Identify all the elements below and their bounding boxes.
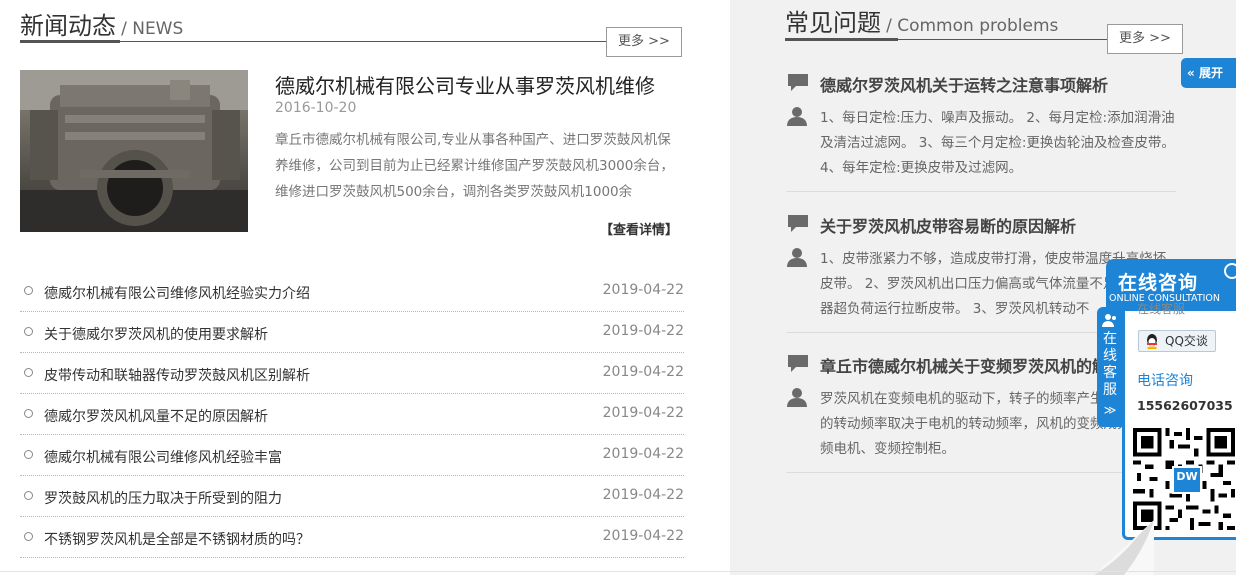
double-chevron-left-icon: «	[1187, 66, 1195, 80]
person-icon	[787, 248, 807, 267]
bullet-circle-icon	[24, 491, 33, 500]
faq-answer: 1、每日定检:压力、噪声及振动。 2、每月定检:添加润滑油及清洁过滤网。 3、每…	[820, 110, 1175, 176]
speech-bubble-icon	[788, 74, 808, 91]
featured-news-description: 章丘市德威尔机械有限公司,专业从事各种国产、进口罗茨鼓风机保养维修，公司到目前为…	[275, 132, 674, 200]
chat-bubble-icon	[1224, 263, 1236, 279]
online-service-label[interactable]: 在线客服	[1137, 300, 1185, 317]
news-list-item[interactable]: 罗茨鼓风机的压力取决于所受到的阻力 2019-04-22	[20, 476, 684, 517]
person-icon	[787, 388, 807, 407]
page-curl-decoration	[1094, 520, 1154, 575]
featured-news-image[interactable]	[20, 70, 248, 232]
bullet-circle-icon	[24, 532, 33, 541]
news-list-item[interactable]: 不锈钢罗茨风机是全部是不锈钢材质的吗？ 2019-04-22	[20, 517, 684, 558]
faq-question[interactable]: 德威尔罗茨风机关于运转之注意事项解析	[820, 72, 1108, 96]
qq-chat-label: QQ交谈	[1165, 334, 1208, 348]
faq-title-en: / Common problems	[886, 16, 1059, 36]
news-more-button[interactable]: 更多 >>	[606, 27, 682, 57]
news-title-en: / NEWS	[121, 19, 184, 39]
news-list-item[interactable]: 德威尔罗茨风机风量不足的原因解析 2019-04-22	[20, 394, 684, 435]
news-item-title[interactable]: 不锈钢罗茨风机是全部是不锈钢材质的吗？	[44, 529, 310, 549]
bullet-circle-icon	[24, 368, 33, 377]
news-item-title[interactable]: 德威尔机械有限公司维修风机经验实力介绍	[44, 283, 310, 303]
news-item-title[interactable]: 罗茨鼓风机的压力取决于所受到的阻力	[44, 488, 282, 508]
bullet-circle-icon	[24, 327, 33, 336]
faq-title-divider	[785, 39, 1107, 40]
news-item-date: 2019-04-22	[602, 528, 684, 544]
qr-logo-badge: DW	[1172, 466, 1202, 494]
phone-consult-label: 电话咨询	[1137, 373, 1193, 389]
news-title-divider	[20, 41, 606, 42]
speech-bubble-icon	[788, 215, 808, 232]
person-icon	[787, 107, 807, 126]
featured-news-title[interactable]: 德威尔机械有限公司专业从事罗茨风机维修	[275, 70, 655, 99]
news-section-title: 新闻动态 / NEWS	[20, 6, 183, 41]
bullet-circle-icon	[24, 409, 33, 418]
faq-question[interactable]: 关于罗茨风机皮带容易断的原因解析	[820, 213, 1076, 237]
online-service-side-tab[interactable]: 在线客服 ≫	[1097, 307, 1123, 427]
faq-question[interactable]: 章丘市德威尔机械关于变频罗茨风机的解析	[820, 353, 1124, 377]
phone-number: 15562607035	[1137, 398, 1233, 413]
expand-label: 展开	[1198, 66, 1223, 80]
news-list-item[interactable]: 皮带传动和联轴器传动罗茨鼓风机区别解析 2019-04-22	[20, 353, 684, 394]
bullet-circle-icon	[24, 286, 33, 295]
qq-penguin-icon	[1147, 334, 1157, 349]
news-item-date: 2019-04-22	[602, 282, 684, 298]
news-item-title[interactable]: 德威尔罗茨风机风量不足的原因解析	[44, 406, 268, 426]
news-item-title[interactable]: 德威尔机械有限公司维修风机经验丰富	[44, 447, 282, 467]
news-item-date: 2019-04-22	[602, 323, 684, 339]
news-item-title[interactable]: 皮带传动和联轴器传动罗茨鼓风机区别解析	[44, 365, 310, 385]
news-item-date: 2019-04-22	[602, 487, 684, 503]
speech-bubble-icon	[788, 355, 808, 372]
news-item-title[interactable]: 关于德威尔罗茨风机的使用要求解析	[44, 324, 268, 344]
news-list-item[interactable]: 德威尔机械有限公司维修风机经验丰富 2019-04-22	[20, 435, 684, 476]
news-list-item[interactable]: 德威尔机械有限公司维修风机经验实力介绍 2019-04-22	[20, 271, 684, 312]
news-item-date: 2019-04-22	[602, 405, 684, 421]
bottom-divider	[0, 571, 1236, 572]
news-item-date: 2019-04-22	[602, 364, 684, 380]
consult-title-cn: 在线咨询	[1118, 272, 1199, 294]
news-list: 德威尔机械有限公司维修风机经验实力介绍 2019-04-22 关于德威尔罗茨风机…	[20, 271, 684, 558]
faq-divider	[786, 191, 1176, 192]
faq-divider	[786, 472, 1176, 473]
faq-more-button[interactable]: 更多 >>	[1107, 24, 1183, 54]
side-tab-arrow-icon: ≫	[1103, 403, 1117, 417]
news-item-date: 2019-04-22	[602, 446, 684, 462]
featured-news-detail-link[interactable]: 【查看详情】	[600, 219, 678, 238]
blower-machine-illustration	[20, 70, 248, 232]
faq-title-cn: 常见问题	[785, 9, 881, 37]
expand-sidebar-button[interactable]: « 展开	[1181, 58, 1236, 88]
qq-chat-button[interactable]: QQ交谈	[1138, 330, 1216, 352]
featured-news-date: 2016-10-20	[275, 100, 357, 116]
side-tab-label: 在线客服	[1103, 331, 1117, 398]
news-title-cn: 新闻动态	[20, 12, 116, 40]
bullet-circle-icon	[24, 450, 33, 459]
faq-section-title: 常见问题 / Common problems	[785, 3, 1058, 38]
users-icon	[1102, 314, 1116, 327]
news-list-item[interactable]: 关于德威尔罗茨风机的使用要求解析 2019-04-22	[20, 312, 684, 353]
